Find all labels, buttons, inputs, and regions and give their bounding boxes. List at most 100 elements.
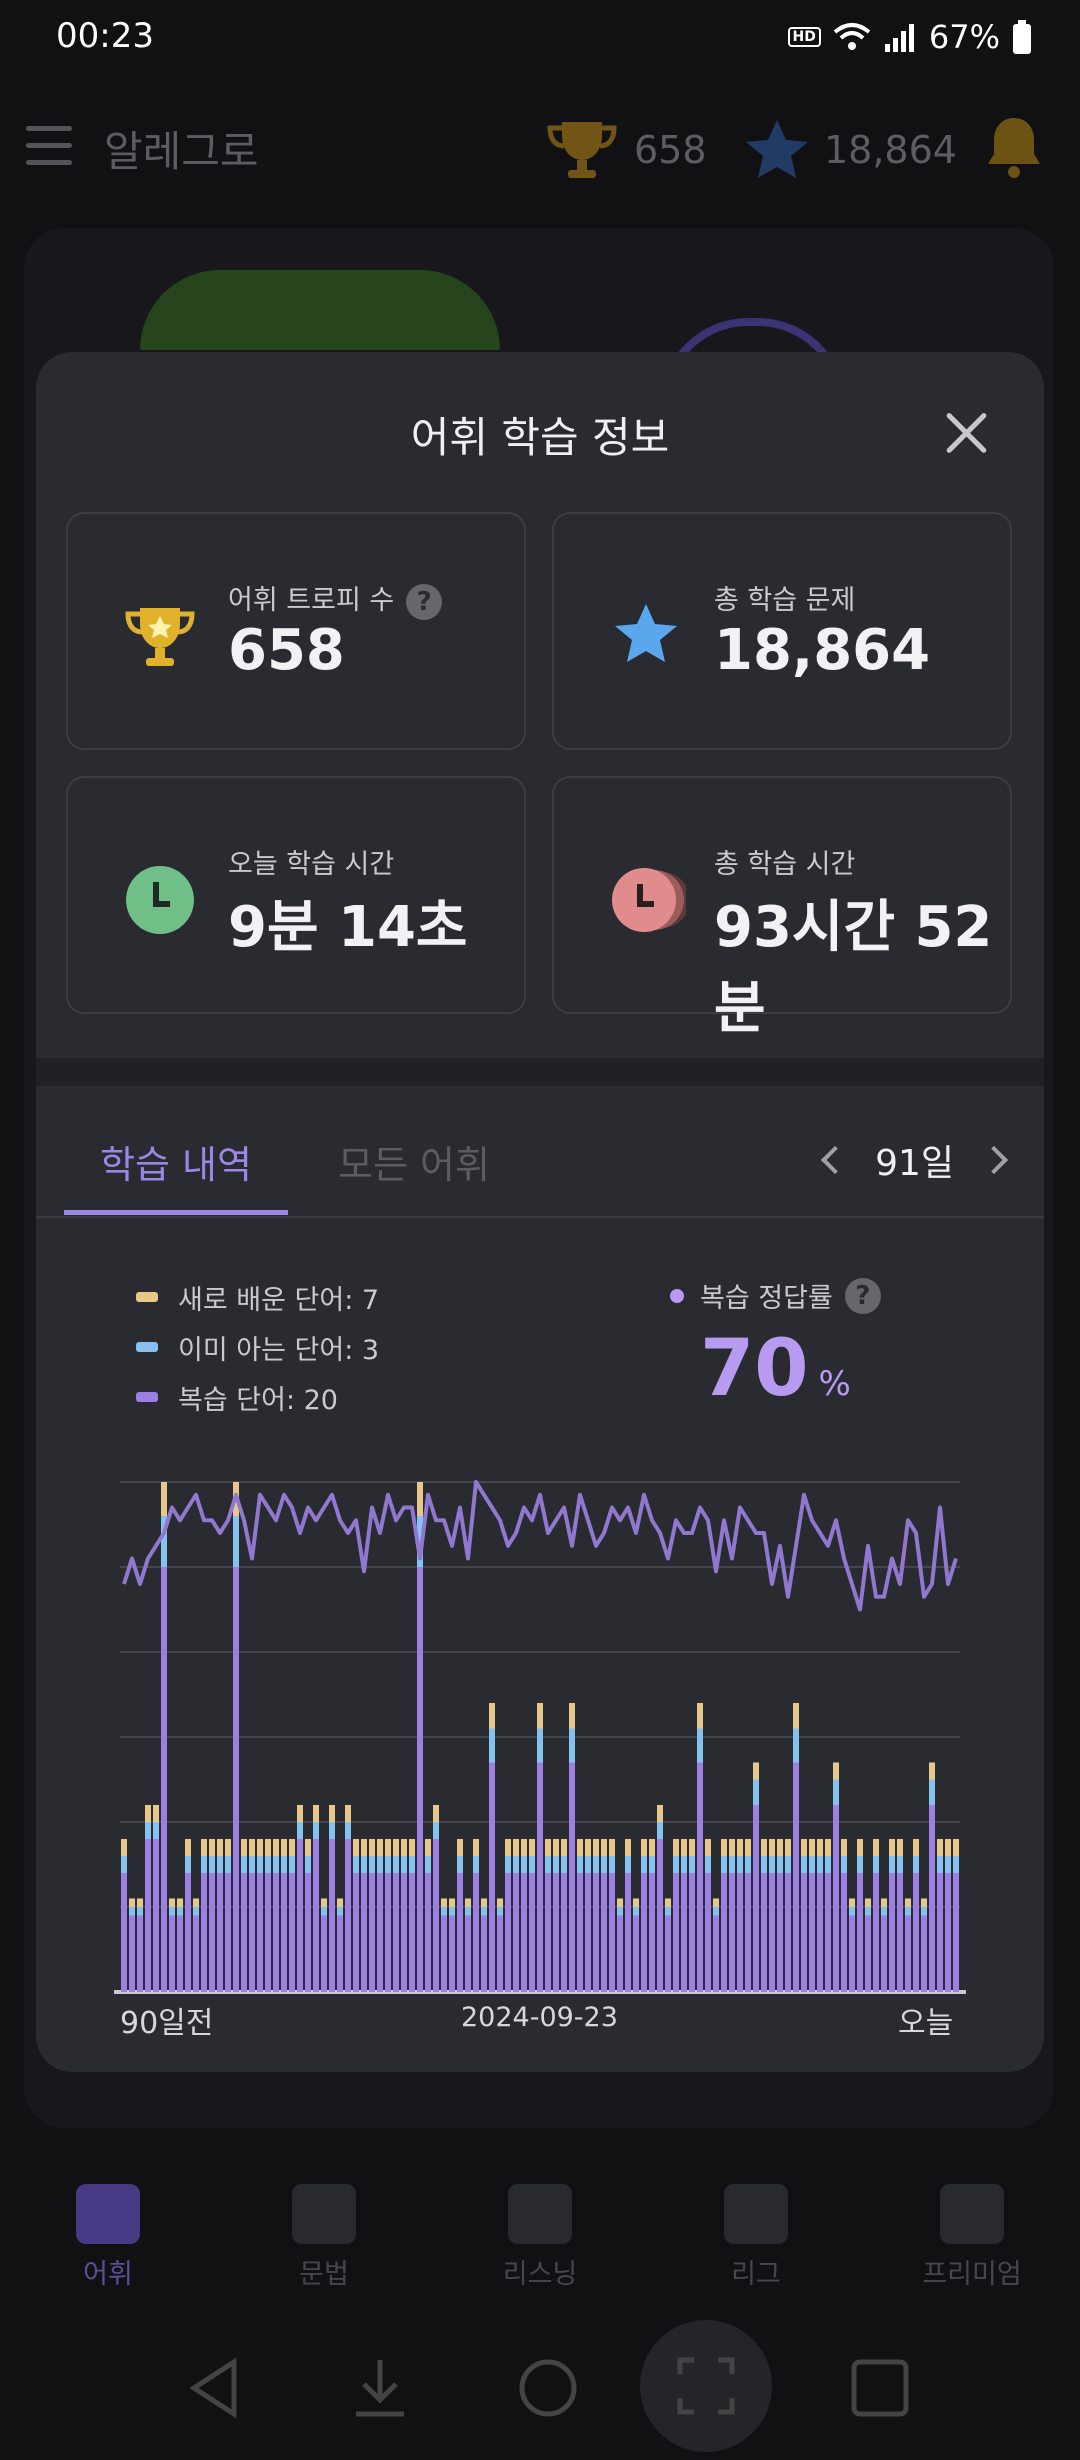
bar-review xyxy=(145,1839,151,1992)
nav-item-premium[interactable]: 프리미엄 xyxy=(902,2184,1042,2291)
bar-known xyxy=(353,1856,359,1873)
bar-review xyxy=(769,1873,775,1992)
sheet-title: 어휘 학습 정보 xyxy=(410,413,670,462)
study-history-chart xyxy=(114,1480,966,1994)
bar-new xyxy=(225,1839,231,1856)
bar-known xyxy=(641,1856,647,1873)
bar-new xyxy=(337,1898,343,1907)
bar-known xyxy=(553,1856,559,1873)
bar-known xyxy=(289,1856,295,1873)
bar-known xyxy=(657,1822,663,1839)
bar-review xyxy=(409,1873,415,1992)
bar-review xyxy=(497,1915,503,1992)
bar-known xyxy=(937,1856,943,1873)
nav-label-vocab: 어휘 xyxy=(83,2259,133,2290)
bar-review xyxy=(873,1873,879,1992)
wifi-icon xyxy=(833,23,871,50)
bar-review xyxy=(433,1839,439,1992)
bar-known xyxy=(481,1907,487,1916)
bell-icon[interactable] xyxy=(984,114,1044,180)
bar-review xyxy=(225,1873,231,1992)
bar-review xyxy=(889,1873,895,1992)
bar-review xyxy=(937,1873,943,1992)
total-questions-value: 18,864 xyxy=(714,618,931,683)
bar-review xyxy=(369,1873,375,1992)
nav-item-listening[interactable]: 리스닝 xyxy=(470,2184,610,2291)
bar-known xyxy=(153,1822,159,1839)
bar-known xyxy=(841,1856,847,1873)
bar-known xyxy=(177,1907,183,1916)
bar-new xyxy=(897,1839,903,1856)
nav-item-league[interactable]: 리그 xyxy=(686,2184,826,2291)
bar-review xyxy=(785,1873,791,1992)
tab-all-words[interactable]: 모든 어휘 xyxy=(338,1134,490,1189)
nav-label-listening: 리스닝 xyxy=(502,2259,578,2290)
screenshot-icon[interactable] xyxy=(640,2320,772,2452)
bar-new xyxy=(329,1805,335,1822)
review-accuracy: 복습 정답률? 70% xyxy=(670,1276,881,1414)
bar-known xyxy=(569,1728,575,1763)
legend-review-label: 복습 단어: 20 xyxy=(178,1384,338,1416)
bar-new xyxy=(753,1762,759,1780)
bar-new xyxy=(449,1898,455,1907)
bar-known xyxy=(473,1856,479,1873)
bar-new xyxy=(153,1805,159,1822)
today-time-label: 오늘 학습 시간 xyxy=(228,849,395,880)
back-icon[interactable] xyxy=(184,2356,244,2420)
tab-history[interactable]: 학습 내역 xyxy=(100,1134,252,1189)
accuracy-line xyxy=(122,1480,958,1612)
recents-icon[interactable] xyxy=(848,2356,912,2420)
bar-review xyxy=(577,1873,583,1992)
bar-known xyxy=(297,1822,303,1839)
bar-review xyxy=(745,1873,751,1992)
status-bar: 00:23 HD 67% xyxy=(0,0,1080,76)
bar-review xyxy=(777,1873,783,1992)
bar-new xyxy=(129,1898,135,1907)
active-tab-indicator xyxy=(64,1210,288,1215)
bar-review xyxy=(489,1762,495,1992)
bar-new xyxy=(657,1805,663,1822)
app-title: 알레그로 xyxy=(104,127,259,176)
bar-review xyxy=(617,1915,623,1992)
chevron-right-icon[interactable] xyxy=(979,1145,1009,1175)
trophy-counter[interactable]: 658 xyxy=(544,118,707,182)
bar-new xyxy=(297,1805,303,1822)
bar-new xyxy=(529,1839,535,1856)
bar-known xyxy=(345,1822,351,1839)
total-time-card: 총 학습 시간 93시간 52분 xyxy=(552,776,1012,1041)
nav-item-grammar[interactable]: 문법 xyxy=(254,2184,394,2291)
bar-new xyxy=(209,1839,215,1856)
help-icon[interactable]: ? xyxy=(406,583,443,620)
bar-known xyxy=(929,1779,935,1805)
bar-review xyxy=(641,1873,647,1992)
bar-new xyxy=(857,1839,863,1856)
bar-new xyxy=(289,1839,295,1856)
bar-new xyxy=(825,1839,831,1856)
menu-icon[interactable] xyxy=(26,126,72,166)
bar-review xyxy=(137,1915,143,1992)
bar-new xyxy=(601,1839,607,1856)
bar-review xyxy=(537,1762,543,1992)
bar-new xyxy=(257,1839,263,1856)
close-icon[interactable] xyxy=(944,410,988,454)
bar-known xyxy=(361,1856,367,1873)
bar-review xyxy=(681,1873,687,1992)
stacked-clock-icon xyxy=(612,868,686,932)
bar-new xyxy=(913,1839,919,1856)
home-icon[interactable] xyxy=(516,2356,580,2420)
star-counter[interactable]: 18,864 xyxy=(744,118,957,182)
bar-new xyxy=(513,1839,519,1856)
nav-item-vocab[interactable]: 어휘 xyxy=(38,2184,178,2291)
bar-new xyxy=(809,1839,815,1856)
bar-new xyxy=(569,1703,575,1729)
help-icon[interactable]: ? xyxy=(844,1277,881,1314)
download-icon[interactable] xyxy=(350,2356,410,2420)
bar-known xyxy=(137,1907,143,1916)
bar-known xyxy=(241,1856,247,1873)
bar-known xyxy=(873,1856,879,1873)
chevron-left-icon[interactable] xyxy=(820,1145,850,1175)
headphones-icon xyxy=(508,2184,572,2244)
bar-new xyxy=(865,1898,871,1907)
bar-review xyxy=(849,1915,855,1992)
bar-known xyxy=(441,1907,447,1916)
